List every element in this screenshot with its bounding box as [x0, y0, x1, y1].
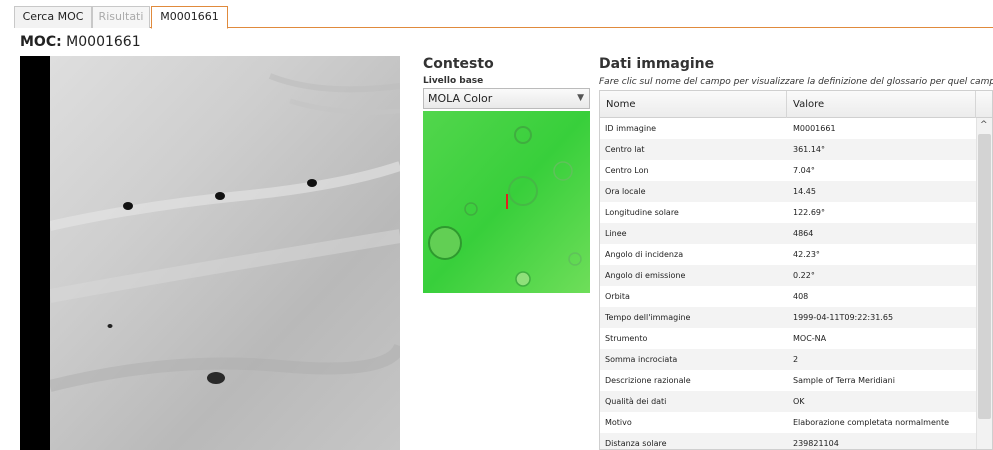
field-name[interactable]: Strumento: [605, 328, 647, 349]
field-name[interactable]: Longitudine solare: [605, 202, 679, 223]
table-row[interactable]: Angolo di emissione 0.22°: [600, 265, 976, 286]
table-row[interactable]: Descrizione razionale Sample of Terra Mer…: [600, 370, 976, 391]
field-name[interactable]: Angolo di emissione: [605, 265, 685, 286]
field-name[interactable]: Linee: [605, 223, 627, 244]
tab-cerca-moc[interactable]: Cerca MOC: [14, 6, 92, 28]
table-row[interactable]: Ora locale 14.45: [600, 181, 976, 202]
field-name[interactable]: ID immagine: [605, 118, 656, 139]
field-name[interactable]: Descrizione razionale: [605, 370, 691, 391]
table-row[interactable]: Angolo di incidenza 42.23°: [600, 244, 976, 265]
field-name[interactable]: Orbita: [605, 286, 630, 307]
base-layer-value: MOLA Color: [428, 92, 493, 105]
field-value: 7.04°: [793, 166, 815, 175]
field-value: Elaborazione completata normalmente: [793, 418, 949, 427]
field-name[interactable]: Somma incrociata: [605, 349, 677, 370]
page-title-prefix: MOC:: [20, 34, 62, 50]
grid-scrollbar[interactable]: ^: [976, 118, 992, 449]
column-divider[interactable]: [786, 91, 787, 118]
image-black-border: [20, 56, 50, 450]
table-row[interactable]: Tempo dell'immagine 1999-04-11T09:22:31.6…: [600, 307, 976, 328]
table-row[interactable]: Centro Lon 7.04°: [600, 160, 976, 181]
field-value: MOC-NA: [793, 334, 827, 343]
field-value: 2: [793, 355, 799, 364]
field-name[interactable]: Centro Lon: [605, 160, 649, 181]
field-name[interactable]: Distanza solare: [605, 433, 667, 449]
field-value: 239821104: [793, 439, 839, 448]
field-value: M0001661: [793, 124, 836, 133]
page-title: MOC: M0001661: [20, 34, 141, 50]
table-row[interactable]: Orbita 408: [600, 286, 976, 307]
table-row[interactable]: Qualità dei dati OK: [600, 391, 976, 412]
field-value: 0.22°: [793, 271, 815, 280]
scrollbar-thumb[interactable]: [978, 134, 991, 419]
column-header-name[interactable]: Nome: [606, 91, 636, 118]
context-map-graphic: [423, 111, 590, 293]
grid-header: Nome Valore: [600, 91, 992, 118]
column-divider: [975, 91, 976, 118]
field-value: 42.23°: [793, 250, 820, 259]
field-name[interactable]: Angolo di incidenza: [605, 244, 683, 265]
field-value: 361.14°: [793, 145, 825, 154]
page-title-id: M0001661: [66, 34, 141, 50]
data-hint: Fare clic sul nome del campo per visuali…: [599, 77, 993, 87]
field-name[interactable]: Motivo: [605, 412, 632, 433]
table-row[interactable]: Centro lat 361.14°: [600, 139, 976, 160]
field-value: Sample of Terra Meridiani: [793, 376, 895, 385]
chevron-down-icon: ▼: [577, 93, 584, 103]
table-row[interactable]: Distanza solare 239821104: [600, 433, 976, 449]
context-title: Contesto: [423, 56, 494, 72]
base-layer-select[interactable]: MOLA Color ▼: [423, 88, 590, 109]
field-value: 408: [793, 292, 809, 301]
moc-image[interactable]: [20, 56, 400, 450]
data-title: Dati immagine: [599, 56, 715, 72]
field-name[interactable]: Tempo dell'immagine: [605, 307, 690, 328]
field-value: OK: [793, 397, 805, 406]
field-name[interactable]: Centro lat: [605, 139, 645, 160]
tab-bar: Cerca MOC Risultati M0001661: [14, 6, 993, 29]
table-row[interactable]: Longitudine solare 122.69°: [600, 202, 976, 223]
field-value: 1999-04-11T09:22:31.65: [793, 313, 894, 322]
base-layer-label: Livello base: [423, 76, 484, 86]
tab-image-id[interactable]: M0001661: [151, 6, 228, 29]
field-name[interactable]: Qualità dei dati: [605, 391, 666, 412]
data-grid: Nome Valore ID immagine M0001661 Centro la…: [599, 90, 993, 450]
tab-risultati[interactable]: Risultati: [92, 6, 150, 28]
field-value: 14.45: [793, 187, 816, 196]
context-map[interactable]: [423, 111, 590, 293]
grid-rows: ID immagine M0001661 Centro lat 361.14° Cent…: [600, 118, 976, 449]
table-row[interactable]: Strumento MOC-NA: [600, 328, 976, 349]
chevron-up-icon[interactable]: ^: [980, 120, 988, 130]
field-name[interactable]: Ora locale: [605, 181, 646, 202]
table-row[interactable]: Motivo Elaborazione completata normalment…: [600, 412, 976, 433]
field-value: 4864: [793, 229, 814, 238]
table-row[interactable]: Somma incrociata 2: [600, 349, 976, 370]
table-row[interactable]: ID immagine M0001661: [600, 118, 976, 139]
table-row[interactable]: Linee 4864: [600, 223, 976, 244]
column-header-value[interactable]: Valore: [793, 91, 824, 118]
field-value: 122.69°: [793, 208, 825, 217]
moc-image-graphic: [20, 56, 400, 450]
